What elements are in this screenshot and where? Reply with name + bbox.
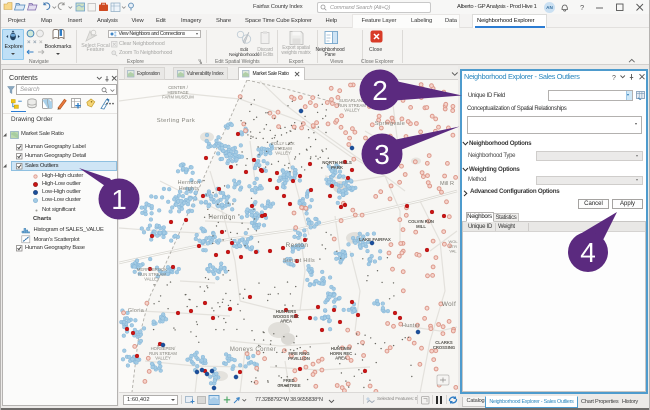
svg-text:3: 3 [374, 139, 390, 170]
svg-text:2: 2 [372, 75, 388, 106]
svg-text:1: 1 [111, 184, 127, 215]
svg-text:4: 4 [580, 237, 596, 268]
